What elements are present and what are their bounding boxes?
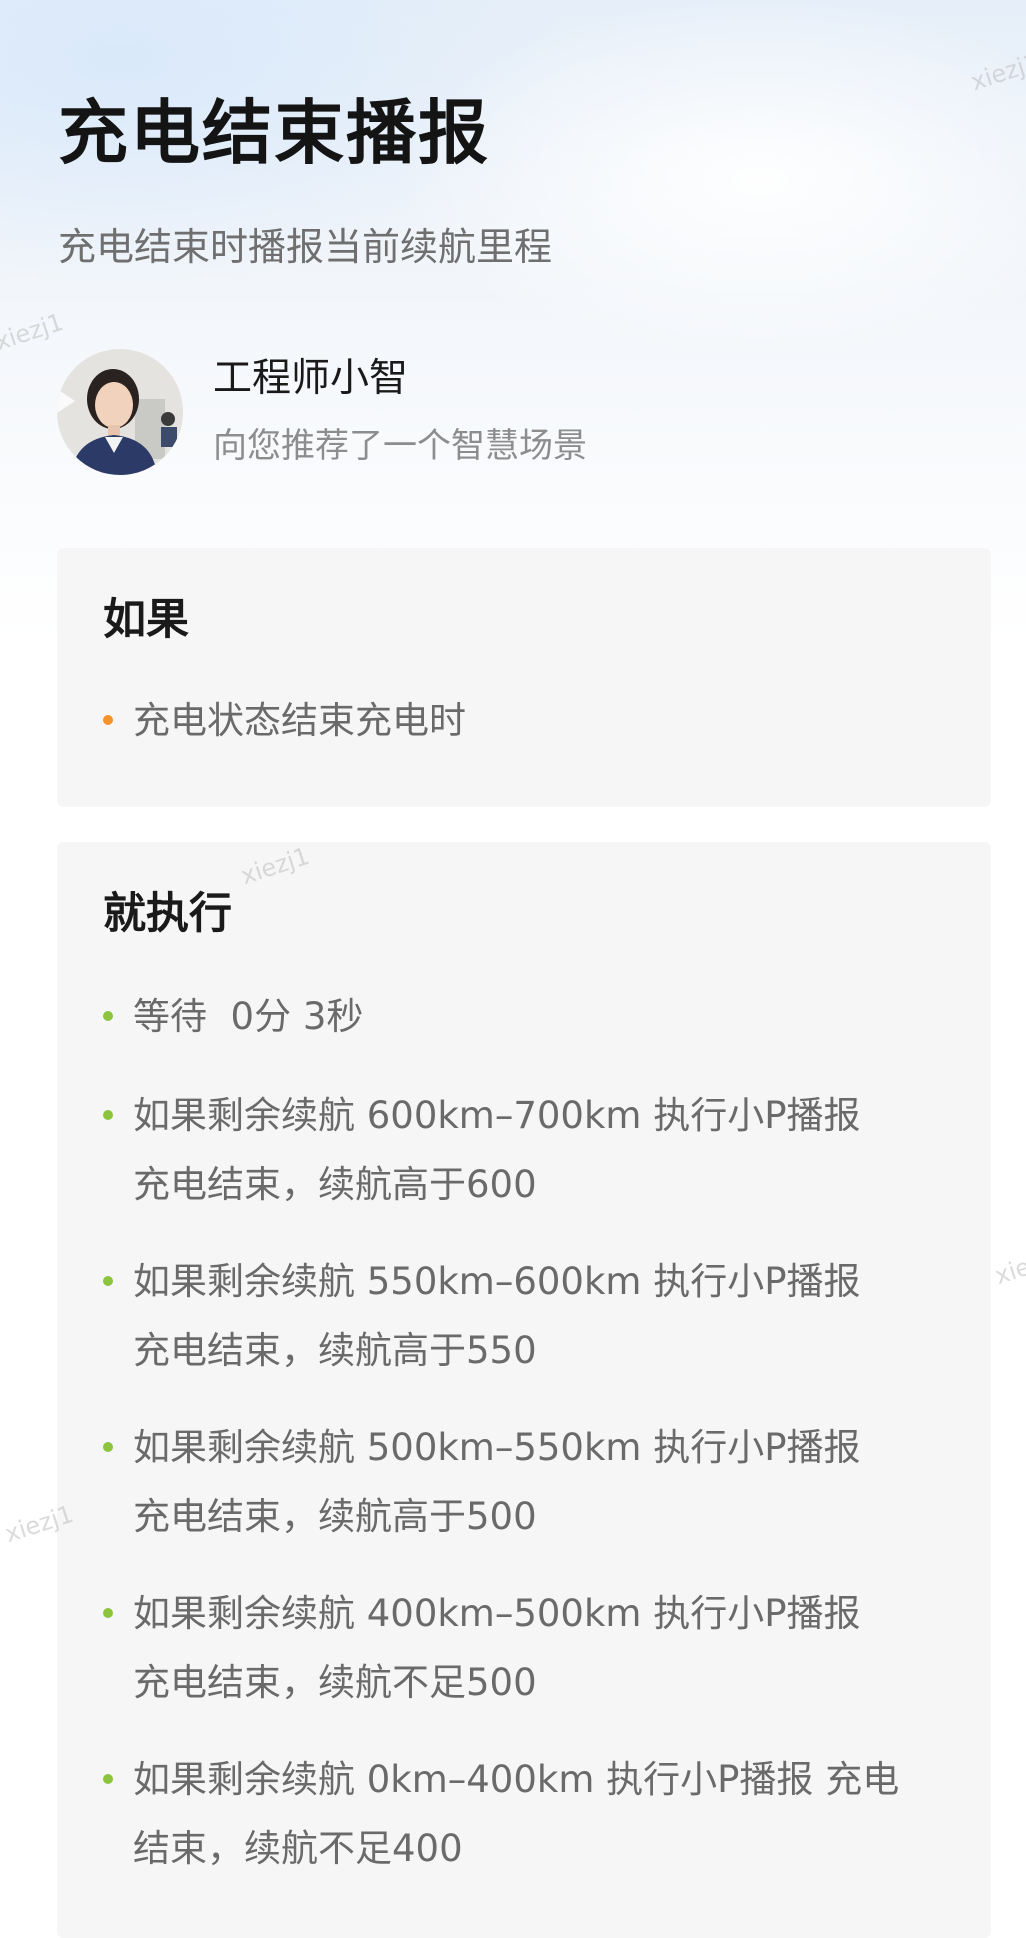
condition-list: 充电状态结束充电时: [103, 686, 945, 755]
action-item: 如果剩余续航 500km–550km 执行小P播报 充电结束，续航高于500: [103, 1413, 909, 1551]
actions-heading: 就执行: [103, 889, 232, 939]
author-name: 工程师小智: [213, 356, 409, 401]
action-item-text: 如果剩余续航 400km–500km 执行小P播报 充电结束，续航不足500: [133, 1592, 861, 1704]
page-title: 充电结束播报: [58, 92, 490, 174]
person-photo-icon: [57, 349, 183, 475]
action-item: 如果剩余续航 400km–500km 执行小P播报 充电结束，续航不足500: [103, 1579, 909, 1717]
condition-heading: 如果: [103, 595, 189, 645]
action-item: 如果剩余续航 550km–600km 执行小P播报 充电结束，续航高于550: [103, 1247, 909, 1385]
action-item-text: 如果剩余续航 550km–600km 执行小P播报 充电结束，续航高于550: [133, 1260, 861, 1372]
action-item-text: 如果剩余续航 500km–550km 执行小P播报 充电结束，续航高于500: [133, 1426, 861, 1538]
action-item: 如果剩余续航 0km–400km 执行小P播报 充电结束，续航不足400: [103, 1745, 909, 1883]
action-item-text: 等待 0分 3秒: [133, 995, 364, 1038]
action-item-text: 如果剩余续航 0km–400km 执行小P播报 充电结束，续航不足400: [133, 1758, 900, 1870]
action-item: 如果剩余续航 600km–700km 执行小P播报 充电结束，续航高于600: [103, 1081, 909, 1219]
action-item-wait: 等待 0分 3秒: [103, 982, 909, 1051]
bullet-dot-icon: [103, 1011, 113, 1021]
bullet-dot-icon: [103, 1110, 113, 1120]
actions-card: 就执行 等待 0分 3秒 如果剩余续航 600km–700km 执行小P播报 充…: [57, 842, 991, 1938]
bullet-dot-icon: [103, 1774, 113, 1784]
page-subtitle: 充电结束时播报当前续航里程: [58, 225, 553, 269]
watermark: xiezj1: [991, 1241, 1026, 1291]
action-item-text: 如果剩余续航 600km–700km 执行小P播报 充电结束，续航高于600: [133, 1094, 861, 1206]
condition-item-text: 充电状态结束充电时: [133, 699, 466, 742]
bullet-dot-icon: [103, 1608, 113, 1618]
condition-item: 充电状态结束充电时: [103, 686, 909, 755]
bullet-dot-icon: [103, 715, 113, 725]
condition-card: 如果 充电状态结束充电时: [57, 548, 991, 807]
author-note: 向您推荐了一个智慧场景: [213, 426, 587, 466]
bullet-dot-icon: [103, 1442, 113, 1452]
actions-list: 等待 0分 3秒 如果剩余续航 600km–700km 执行小P播报 充电结束，…: [103, 982, 945, 1883]
bullet-dot-icon: [103, 1276, 113, 1286]
avatar[interactable]: [57, 349, 183, 475]
